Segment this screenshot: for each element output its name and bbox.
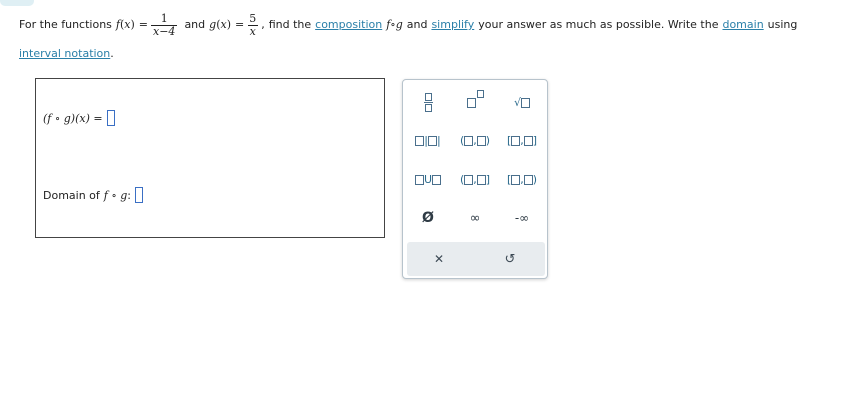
mid-text: your answer as much as possible. Write t… bbox=[478, 18, 719, 31]
absolute-value-icon: | | bbox=[415, 134, 441, 147]
left-open-interval-icon: (,] bbox=[460, 173, 490, 186]
right-open-interval-icon: [,) bbox=[507, 173, 537, 186]
exponent-icon bbox=[466, 89, 484, 109]
composition-label: (f ∘ g)(x) = bbox=[43, 111, 103, 125]
closed-interval-button[interactable]: [,] bbox=[499, 126, 545, 154]
using-text: using bbox=[767, 18, 798, 31]
absolute-value-button[interactable]: | | bbox=[405, 126, 451, 154]
domain-fog: f ∘ g bbox=[103, 188, 128, 202]
g-numerator: 5 bbox=[249, 11, 257, 25]
domain-colon: : bbox=[127, 188, 132, 202]
and-text-2: and bbox=[406, 18, 428, 31]
f-equals: = bbox=[138, 18, 149, 31]
composition-answer-row: (f ∘ g)(x) = bbox=[43, 110, 115, 126]
domain-input[interactable] bbox=[135, 187, 144, 203]
union-button[interactable]: U bbox=[405, 165, 451, 193]
union-icon: U bbox=[414, 172, 442, 186]
period-text: . bbox=[110, 47, 114, 60]
interval-notation-link[interactable]: interval notation bbox=[19, 47, 110, 60]
closed-interval-right: ] bbox=[532, 133, 538, 147]
left-open-right: ] bbox=[485, 172, 491, 186]
f-fraction: 1 x−4 bbox=[151, 11, 178, 38]
domain-label: Domain of bbox=[43, 188, 100, 202]
problem-intro: For the functions bbox=[19, 18, 112, 31]
g-fraction: 5 x bbox=[247, 11, 258, 38]
fraction-icon bbox=[423, 92, 433, 112]
g-denominator: x bbox=[247, 24, 258, 38]
open-interval-button[interactable]: (,) bbox=[452, 126, 498, 154]
union-symbol: U bbox=[423, 172, 433, 186]
and-text: and bbox=[184, 18, 206, 31]
negative-infinity-button[interactable]: -∞ bbox=[499, 204, 545, 232]
negative-infinity-icon: -∞ bbox=[514, 211, 530, 225]
undo-button[interactable]: ↺ bbox=[487, 245, 533, 273]
left-open-interval-button[interactable]: (,] bbox=[452, 165, 498, 193]
undo-icon: ↺ bbox=[504, 251, 516, 267]
top-tab-hint bbox=[0, 0, 34, 6]
answer-area: (f ∘ g)(x) = Domain of f ∘ g : bbox=[35, 78, 385, 238]
right-open-interval-button[interactable]: [,) bbox=[499, 165, 545, 193]
find-text: find the bbox=[268, 18, 312, 31]
sqrt-icon: √ bbox=[514, 96, 530, 109]
sqrt-button[interactable]: √ bbox=[499, 88, 545, 116]
math-palette: √ | | (,) [,] U (,] [,) Ø ∞ -∞ ✕ ↺ bbox=[402, 79, 548, 279]
fraction-button[interactable] bbox=[405, 88, 451, 116]
right-open-right: ) bbox=[532, 172, 538, 186]
exponent-button[interactable] bbox=[452, 88, 498, 116]
open-interval-icon: (,) bbox=[460, 134, 490, 147]
g-name: g bbox=[209, 18, 217, 31]
comma-text: , bbox=[261, 18, 265, 31]
simplify-link[interactable]: simplify bbox=[431, 15, 474, 35]
empty-set-icon: Ø bbox=[422, 210, 434, 226]
clear-button[interactable]: ✕ bbox=[416, 245, 462, 273]
empty-set-button[interactable]: Ø bbox=[405, 204, 451, 232]
close-icon: ✕ bbox=[433, 252, 445, 266]
problem-statement: For the functions f(x) = 1 x−4 and g(x) … bbox=[19, 11, 798, 60]
open-interval-right: ) bbox=[485, 133, 491, 147]
f-numerator: 1 bbox=[160, 11, 168, 25]
closed-interval-icon: [,] bbox=[507, 134, 537, 147]
domain-link[interactable]: domain bbox=[722, 15, 763, 35]
domain-answer-row: Domain of f ∘ g : bbox=[43, 187, 144, 203]
g-equals: = bbox=[235, 18, 245, 31]
composition-input[interactable] bbox=[106, 110, 115, 126]
f-denominator: x−4 bbox=[151, 24, 178, 38]
infinity-button[interactable]: ∞ bbox=[452, 204, 498, 232]
fog-text: f∘g bbox=[386, 18, 403, 31]
composition-link[interactable]: composition bbox=[315, 15, 382, 35]
infinity-icon: ∞ bbox=[469, 210, 481, 226]
